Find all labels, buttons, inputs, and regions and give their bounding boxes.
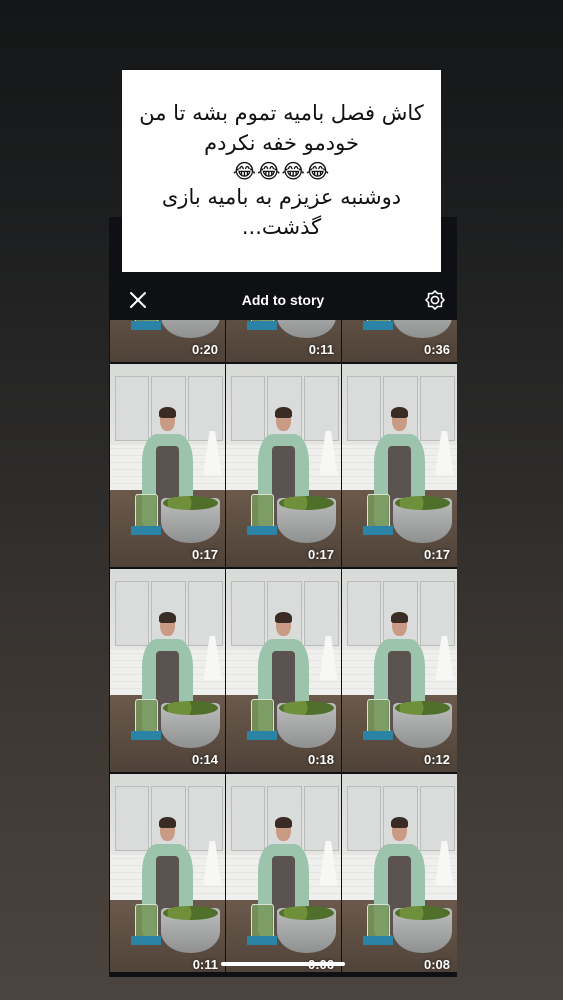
video-duration: 0:20: [191, 342, 218, 357]
video-duration: 0:17: [191, 547, 218, 562]
video-grid: 0:20 0:11 0:36 0:17 0:17 0:17 0:14 0:18 0:12 0:11…: [110, 320, 457, 972]
video-duration: 0:14: [191, 752, 218, 767]
video-duration: 0:17: [307, 547, 334, 562]
video-duration: 0:36: [423, 342, 450, 357]
caption-line-2: خودمو خفه نکردم: [204, 131, 359, 156]
caption-emoji: 😂😂😂😂: [232, 159, 331, 183]
video-duration: 0:11: [192, 957, 218, 972]
close-icon[interactable]: [129, 291, 147, 309]
video-thumbnail[interactable]: 0:11: [226, 320, 341, 362]
caption-overlay: کاش فصل بامیه تموم بشه تا من خودمو خفه ن…: [122, 70, 441, 272]
video-duration: 0:17: [423, 547, 450, 562]
settings-icon[interactable]: [425, 290, 445, 310]
video-thumbnail[interactable]: 0:17: [226, 364, 341, 567]
caption-line-1: کاش فصل بامیه تموم بشه تا من: [139, 101, 424, 126]
video-duration: 0:08: [423, 957, 450, 972]
home-indicator: [221, 962, 345, 966]
video-thumbnail[interactable]: 0:12: [342, 569, 457, 772]
caption-line-4: گذشت...: [241, 214, 322, 239]
video-thumbnail[interactable]: 0:17: [110, 364, 225, 567]
video-thumbnail[interactable]: 0:06: [226, 774, 341, 972]
header-title: Add to story: [241, 292, 325, 308]
video-thumbnail[interactable]: 0:17: [342, 364, 457, 567]
video-thumbnail[interactable]: 0:20: [110, 320, 225, 362]
video-duration: 0:12: [423, 752, 450, 767]
video-thumbnail[interactable]: 0:08: [342, 774, 457, 972]
video-duration: 0:11: [308, 342, 334, 357]
video-thumbnail[interactable]: 0:11: [110, 774, 225, 972]
video-duration: 0:18: [307, 752, 334, 767]
video-thumbnail[interactable]: 0:14: [110, 569, 225, 772]
video-thumbnail[interactable]: 0:18: [226, 569, 341, 772]
caption-line-3: دوشنبه عزیزم به بامیه بازی: [161, 185, 402, 209]
story-header: Add to story: [109, 282, 457, 318]
video-thumbnail[interactable]: 0:36: [342, 320, 457, 362]
